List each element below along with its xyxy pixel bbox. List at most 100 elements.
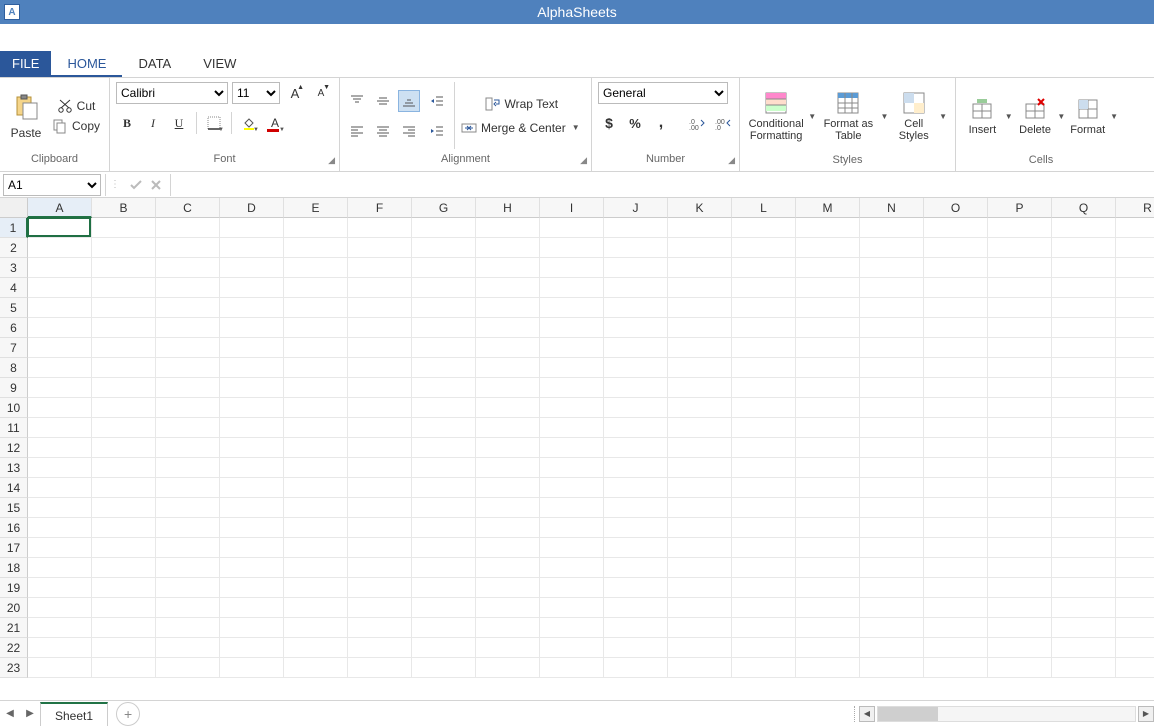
cell[interactable] <box>924 638 988 658</box>
cell[interactable] <box>28 358 92 378</box>
sheet-nav-prev[interactable]: ◀ <box>0 708 20 719</box>
cell[interactable] <box>412 658 476 678</box>
cell[interactable] <box>1116 338 1154 358</box>
cell[interactable] <box>1116 438 1154 458</box>
cell[interactable] <box>540 238 604 258</box>
cell[interactable] <box>92 338 156 358</box>
cell[interactable] <box>412 598 476 618</box>
column-header[interactable]: J <box>604 198 668 218</box>
cell[interactable] <box>476 658 540 678</box>
cell[interactable] <box>1052 598 1116 618</box>
grow-font-button[interactable]: A▲ <box>284 82 306 104</box>
cell[interactable] <box>220 618 284 638</box>
cell[interactable] <box>668 358 732 378</box>
cell[interactable] <box>1052 578 1116 598</box>
cell[interactable] <box>284 438 348 458</box>
cell[interactable] <box>284 338 348 358</box>
cell[interactable] <box>540 218 604 238</box>
cell[interactable] <box>28 658 92 678</box>
cell[interactable] <box>92 418 156 438</box>
cell[interactable] <box>92 438 156 458</box>
cell[interactable] <box>156 558 220 578</box>
cell[interactable] <box>604 438 668 458</box>
delete-dd-icon[interactable]: ▼ <box>1055 112 1067 121</box>
cell[interactable] <box>348 258 412 278</box>
cell[interactable] <box>28 538 92 558</box>
cell[interactable] <box>412 218 476 238</box>
cell[interactable] <box>796 418 860 438</box>
cell[interactable] <box>156 218 220 238</box>
cell[interactable] <box>92 558 156 578</box>
cell[interactable] <box>860 498 924 518</box>
column-header[interactable]: A <box>28 198 92 218</box>
cell[interactable] <box>348 598 412 618</box>
cell[interactable] <box>924 518 988 538</box>
cell[interactable] <box>732 638 796 658</box>
cell[interactable] <box>476 438 540 458</box>
cell[interactable] <box>220 578 284 598</box>
cell[interactable] <box>412 338 476 358</box>
column-header[interactable]: P <box>988 198 1052 218</box>
cell[interactable] <box>412 558 476 578</box>
cell[interactable] <box>860 258 924 278</box>
cell[interactable] <box>28 438 92 458</box>
cell[interactable] <box>604 558 668 578</box>
cell[interactable] <box>732 598 796 618</box>
cell[interactable] <box>92 258 156 278</box>
cell[interactable] <box>668 538 732 558</box>
cell[interactable] <box>988 358 1052 378</box>
cut-button[interactable]: Cut <box>52 98 100 114</box>
cell[interactable] <box>156 638 220 658</box>
cell[interactable] <box>28 298 92 318</box>
cell[interactable] <box>284 558 348 578</box>
cell[interactable] <box>348 438 412 458</box>
cell[interactable] <box>348 418 412 438</box>
borders-button[interactable]: ▼ <box>203 112 225 134</box>
cell[interactable] <box>604 338 668 358</box>
cell[interactable] <box>988 378 1052 398</box>
cell[interactable] <box>668 318 732 338</box>
insert-cells-button[interactable]: Insert <box>962 82 1003 150</box>
cell[interactable] <box>348 478 412 498</box>
cell[interactable] <box>156 398 220 418</box>
cell[interactable] <box>156 298 220 318</box>
cell[interactable] <box>988 338 1052 358</box>
cell[interactable] <box>476 618 540 638</box>
cell[interactable] <box>1116 378 1154 398</box>
cell[interactable] <box>1052 518 1116 538</box>
cell[interactable] <box>796 598 860 618</box>
cell[interactable] <box>1116 538 1154 558</box>
cell[interactable] <box>732 338 796 358</box>
cell[interactable] <box>476 538 540 558</box>
cell[interactable] <box>732 238 796 258</box>
cell[interactable] <box>284 398 348 418</box>
cell[interactable] <box>1116 458 1154 478</box>
cell[interactable] <box>1116 598 1154 618</box>
cell[interactable] <box>668 578 732 598</box>
cell[interactable] <box>412 358 476 378</box>
cell[interactable] <box>412 418 476 438</box>
cell[interactable] <box>860 438 924 458</box>
cell[interactable] <box>860 518 924 538</box>
row-header[interactable]: 9 <box>0 378 28 398</box>
underline-button[interactable]: U <box>168 112 190 134</box>
cell[interactable] <box>284 358 348 378</box>
cell[interactable] <box>796 558 860 578</box>
cell[interactable] <box>220 518 284 538</box>
format-cells-button[interactable]: Format <box>1067 82 1108 150</box>
currency-button[interactable]: $ <box>598 112 620 134</box>
cell[interactable] <box>668 418 732 438</box>
cell[interactable] <box>1052 498 1116 518</box>
cell[interactable] <box>156 458 220 478</box>
cell[interactable] <box>284 598 348 618</box>
cell[interactable] <box>1116 518 1154 538</box>
row-header[interactable]: 21 <box>0 618 28 638</box>
cell[interactable] <box>924 438 988 458</box>
cell[interactable] <box>1052 238 1116 258</box>
cell[interactable] <box>1116 418 1154 438</box>
cell[interactable] <box>92 278 156 298</box>
cell[interactable] <box>540 378 604 398</box>
cell[interactable] <box>860 418 924 438</box>
cell[interactable] <box>924 358 988 378</box>
cell[interactable] <box>668 258 732 278</box>
